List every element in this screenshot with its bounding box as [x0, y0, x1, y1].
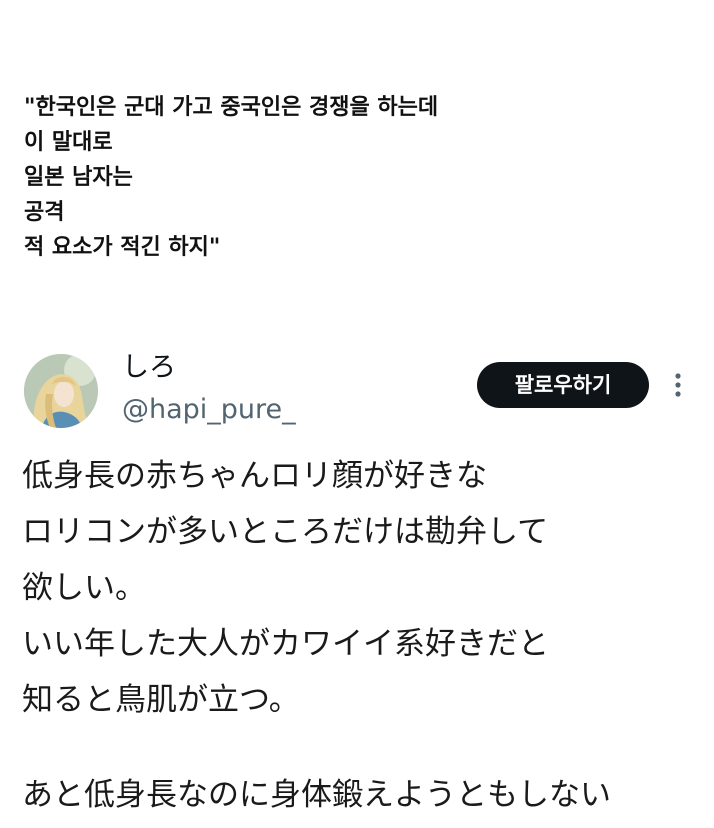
avatar[interactable] [24, 354, 98, 428]
display-name[interactable]: しろ [122, 350, 176, 386]
caption-line: 적 요소가 적긴 하지" [24, 235, 221, 260]
tweet-text-line: ロリコンが多いところだけは勘弁して [22, 514, 549, 550]
follow-button[interactable]: 팔로우하기 [477, 362, 649, 408]
tweet-text-line: 知ると鳥肌が立つ。 [22, 682, 300, 718]
user-handle[interactable]: @hapi_pure_ [122, 392, 296, 428]
avatar-illustration [24, 354, 98, 428]
caption-line: 공격 [24, 200, 65, 225]
caption-line: "한국인은 군대 가고 중국인은 경쟁을 하는데 [24, 95, 439, 120]
caption-line: 일본 남자는 [24, 165, 133, 190]
caption-text: "한국인은 군대 가고 중국인은 경쟁을 하는데 이 말대로 일본 남자는 공격… [24, 90, 684, 265]
tweet-text-line: 低身長の赤ちゃんロリ顔が好きな [22, 458, 487, 494]
more-vertical-icon[interactable] [664, 370, 692, 400]
caption-line: 이 말대로 [24, 130, 113, 155]
tweet-text: 低身長の赤ちゃんロリ顔が好きな ロリコンが多いところだけは勘弁して 欲しい。 い… [22, 448, 706, 823]
tweet-text-line: 欲しい。 [22, 570, 146, 606]
tweet-text-line: あと低身長なのに身体鍛えようともしない [22, 777, 611, 813]
tweet-text-line: いい年した大人がカワイイ系好きだと [22, 626, 549, 662]
